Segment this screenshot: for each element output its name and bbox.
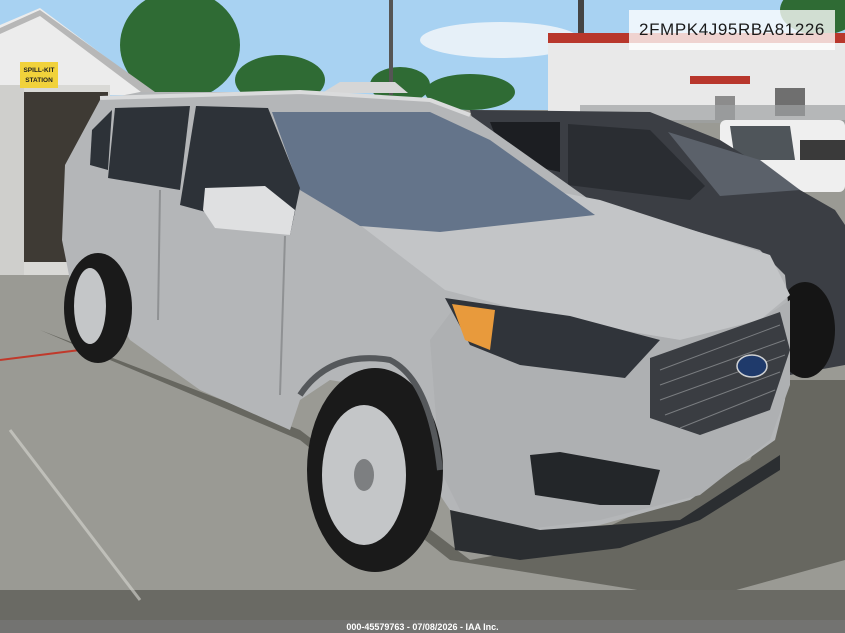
footer-caption: 000-45579763 - 07/08/2026 - IAA Inc.	[346, 621, 499, 632]
sign-text-line1: SPILL-KIT	[23, 67, 54, 74]
utility-pole	[389, 0, 393, 95]
footer-bar: 000-45579763 - 07/08/2026 - IAA Inc.	[0, 620, 845, 633]
ford-emblem	[736, 354, 768, 378]
sign-text-line2: STATION	[25, 77, 53, 84]
vehicle-photo: SPILL-KIT STATION 2FMPK4J95RBA81226 000-…	[0, 0, 845, 633]
scene-illustration: SPILL-KIT STATION	[0, 0, 845, 633]
vin-watermark: 2FMPK4J95RBA81226	[629, 10, 835, 50]
sign-board	[20, 62, 58, 88]
rear-wheel	[64, 253, 132, 363]
